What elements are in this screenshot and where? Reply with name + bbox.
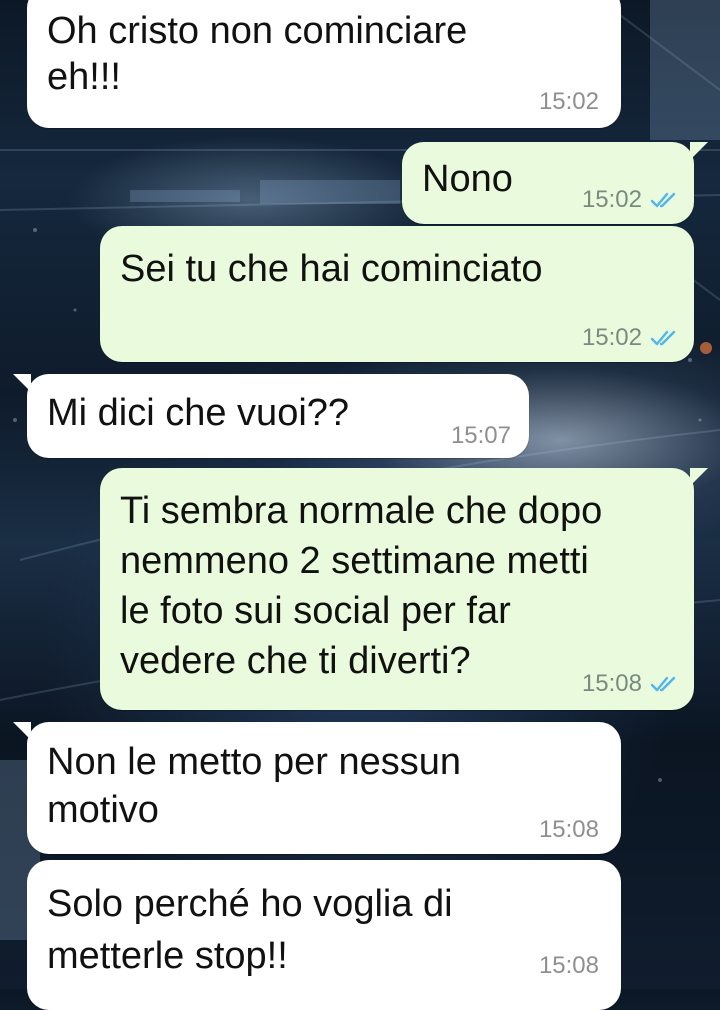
bubble-tail bbox=[690, 142, 708, 160]
message-text: Mi dici che vuoi?? bbox=[47, 392, 350, 434]
message-text: Solo perché ho voglia di metterle stop!! bbox=[47, 883, 453, 977]
message-timestamp: 15:07 bbox=[450, 422, 511, 449]
incoming-message-bubble[interactable]: Solo perché ho voglia di metterle stop!!… bbox=[27, 860, 621, 1010]
double-check-read-icon bbox=[650, 192, 676, 208]
chat-thread: Oh cristo non cominciare eh!!! 15:02 Non… bbox=[0, 0, 720, 1010]
outgoing-message-bubble[interactable]: Sei tu che hai cominciato 15:02 bbox=[100, 226, 694, 362]
incoming-message-bubble[interactable]: Oh cristo non cominciare eh!!! 15:02 bbox=[27, 0, 621, 128]
bubble-tail bbox=[690, 468, 708, 486]
double-check-read-icon bbox=[650, 330, 676, 346]
bubble-tail bbox=[13, 722, 31, 740]
outgoing-message-bubble[interactable]: Ti sembra normale che dopo nemmeno 2 set… bbox=[100, 468, 708, 710]
message-timestamp: 15:02 bbox=[538, 88, 599, 115]
bubble-tail bbox=[13, 374, 31, 392]
message-text: Ti sembra normale che dopo nemmeno 2 set… bbox=[120, 490, 603, 682]
outgoing-message-bubble[interactable]: Nono 15:02 bbox=[402, 142, 708, 224]
incoming-message-bubble[interactable]: Non le metto per nessun motivo 15:08 bbox=[13, 722, 621, 854]
message-timestamp: 15:08 bbox=[538, 816, 599, 843]
message-text: Non le metto per nessun motivo bbox=[47, 741, 462, 831]
double-check-read-icon bbox=[650, 676, 676, 692]
message-text: Oh cristo non cominciare eh!!! bbox=[47, 10, 468, 98]
message-text: Sei tu che hai cominciato bbox=[120, 248, 543, 290]
incoming-message-bubble[interactable]: Mi dici che vuoi?? 15:07 bbox=[13, 374, 529, 458]
message-timestamp: 15:02 bbox=[581, 324, 642, 351]
message-timestamp: 15:02 bbox=[581, 186, 642, 213]
message-timestamp: 15:08 bbox=[581, 670, 642, 697]
message-timestamp: 15:08 bbox=[538, 952, 599, 979]
